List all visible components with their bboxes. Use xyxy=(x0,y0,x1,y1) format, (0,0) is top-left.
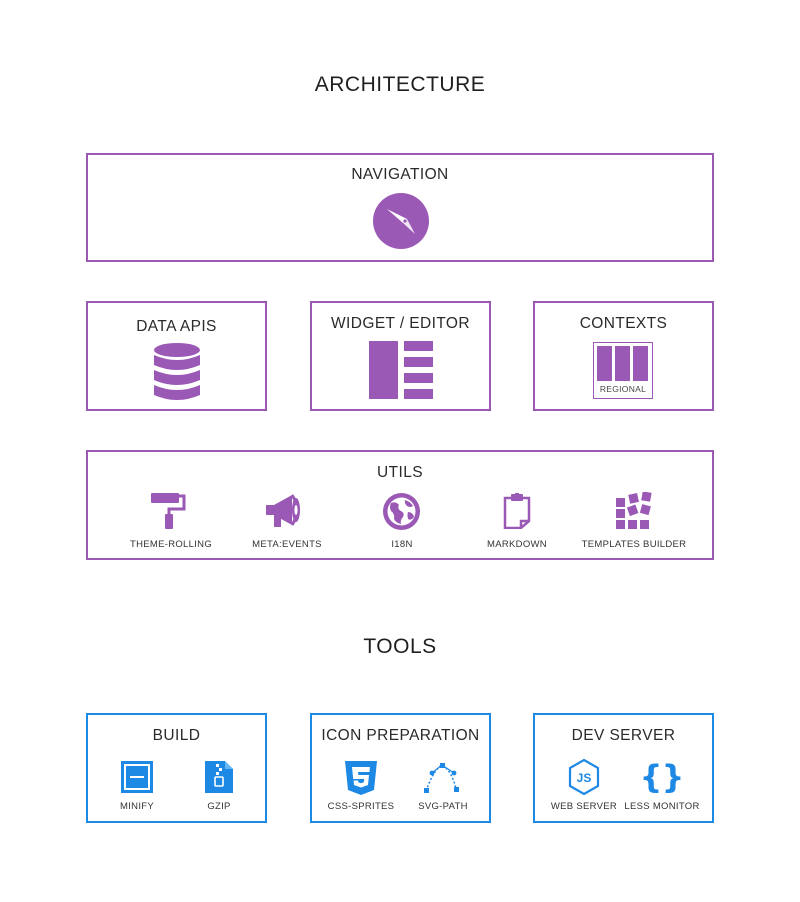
svg-text:}: } xyxy=(662,759,681,795)
build-title: BUILD xyxy=(152,727,201,744)
architecture-title: ARCHITECTURE xyxy=(314,73,486,96)
database-icon xyxy=(154,343,200,400)
navigation-box: NAVIGATION xyxy=(86,153,714,262)
utils-box: UTILS THEME-ROLLING META:EVENTS I18N MAR… xyxy=(86,450,714,560)
utils-title: UTILS xyxy=(377,464,423,481)
svg-text:JS: JS xyxy=(577,771,592,785)
templates-builder-label: TEMPLATES BUILDER xyxy=(581,539,687,550)
widget-layout-icon xyxy=(369,341,433,399)
minify-icon xyxy=(121,761,153,793)
zip-file-icon xyxy=(205,761,233,793)
compass-icon xyxy=(373,193,429,249)
svg-path-label: SVG-PATH xyxy=(418,801,468,812)
widget-editor-title: WIDGET / EDITOR xyxy=(331,315,470,332)
data-apis-box: DATA APIS xyxy=(86,301,267,411)
dev-server-box: DEV SERVER JS WEB SERVER { } LESS MONITO… xyxy=(533,713,714,823)
less-monitor-label: LESS MONITOR xyxy=(624,801,700,812)
widget-editor-box: WIDGET / EDITOR xyxy=(310,301,491,411)
tools-title: TOOLS xyxy=(363,635,437,658)
clipboard-icon xyxy=(503,493,531,529)
i18n-label: I18N xyxy=(391,539,413,550)
icon-preparation-title: ICON PREPARATION xyxy=(321,727,480,744)
icon-preparation-box: ICON PREPARATION CSS-SPRITES SVG-PATH xyxy=(310,713,491,823)
gzip-label: GZIP xyxy=(207,801,231,812)
svg-text:{: { xyxy=(643,759,662,795)
meta-events-label: META:EVENTS xyxy=(252,539,322,550)
dev-server-title: DEV SERVER xyxy=(571,727,676,744)
contexts-box: CONTEXTS REGIONAL xyxy=(533,301,714,411)
markdown-label: MARKDOWN xyxy=(487,539,547,550)
build-box: BUILD MINIFY GZIP xyxy=(86,713,267,823)
braces-icon: { } xyxy=(643,759,681,795)
theme-rolling-label: THEME-ROLLING xyxy=(129,539,213,550)
navigation-title: NAVIGATION xyxy=(351,166,449,183)
data-apis-title: DATA APIS xyxy=(136,318,217,335)
css3-icon xyxy=(345,761,377,795)
nodejs-icon: JS xyxy=(568,759,600,795)
bezier-path-icon xyxy=(424,763,459,793)
contexts-title: CONTEXTS xyxy=(579,315,668,332)
globe-icon xyxy=(383,493,420,530)
blocks-icon xyxy=(616,492,652,529)
regional-caption: REGIONAL xyxy=(599,384,647,394)
columns-icon: REGIONAL xyxy=(593,342,653,399)
paint-roller-icon xyxy=(151,493,186,529)
megaphone-icon xyxy=(266,494,300,527)
